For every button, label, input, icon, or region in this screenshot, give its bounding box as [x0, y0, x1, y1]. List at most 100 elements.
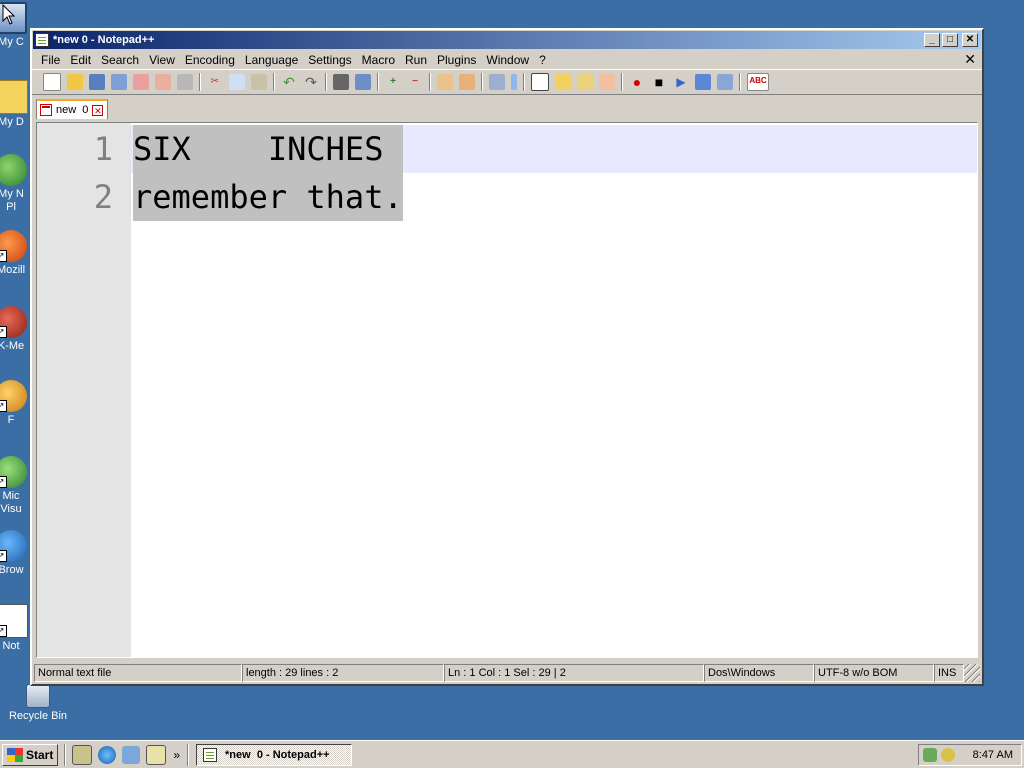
menu-settings[interactable]: Settings — [303, 53, 356, 67]
start-label: Start — [26, 747, 54, 762]
visual-app-icon: ↗ — [0, 456, 27, 488]
menu-search[interactable]: Search — [96, 53, 144, 67]
save-macro-icon[interactable] — [717, 74, 733, 90]
taskbar: Start » *new 0 - Notepad++ 8:47 AM — [0, 740, 1024, 768]
tab-new-0[interactable]: new 0 ✕ — [36, 99, 108, 119]
toolbar-separator — [621, 73, 623, 91]
mozilla-icon: ↗ — [0, 230, 27, 262]
line-text[interactable]: SIX INCHES — [133, 125, 403, 173]
open-file-icon[interactable] — [67, 74, 83, 90]
menu-edit[interactable]: Edit — [65, 53, 96, 67]
replace-icon[interactable] — [355, 74, 371, 90]
print-icon[interactable] — [177, 74, 193, 90]
copy-icon[interactable] — [229, 74, 245, 90]
title-bar[interactable]: *new 0 - Notepad++ _ □ ✕ — [33, 31, 981, 49]
zoom-in-icon[interactable]: + — [385, 74, 401, 90]
recycle-bin-icon — [26, 684, 50, 708]
notepad-icon: ↗ — [0, 604, 28, 638]
taskbar-button-notepad[interactable]: *new 0 - Notepad++ — [196, 743, 353, 766]
close-document-icon[interactable]: ✕ — [964, 51, 976, 67]
system-tray: 8:47 AM — [918, 743, 1022, 766]
quick-launch-app-icon[interactable] — [146, 744, 167, 765]
resize-grip-icon[interactable] — [964, 664, 980, 682]
show-all-chars-icon[interactable] — [511, 74, 517, 90]
user-language-icon[interactable] — [555, 74, 571, 90]
record-macro-icon[interactable]: ● — [629, 74, 645, 90]
run-macro-multiple-icon[interactable] — [695, 74, 711, 90]
status-insert-mode: INS — [934, 664, 964, 682]
zoom-out-icon[interactable]: − — [407, 74, 423, 90]
save-all-icon[interactable] — [111, 74, 127, 90]
indent-guide-icon[interactable] — [531, 73, 549, 91]
toolbar-separator — [481, 73, 483, 91]
internet-explorer-icon[interactable] — [98, 745, 117, 764]
spell-check-icon[interactable]: ABC — [747, 73, 769, 91]
mouse-cursor-icon — [2, 4, 16, 25]
minimize-button[interactable]: _ — [924, 33, 940, 47]
update-tray-icon[interactable] — [941, 747, 955, 762]
toolbar-separator — [429, 73, 431, 91]
outlook-express-icon[interactable] — [122, 745, 141, 764]
tab-close-icon[interactable]: ✕ — [92, 104, 104, 116]
app-icon: ↗ — [0, 380, 27, 412]
menu-view[interactable]: View — [144, 53, 180, 67]
cut-icon[interactable]: ✂ — [207, 74, 223, 90]
play-macro-icon[interactable]: ▶ — [673, 74, 689, 90]
menu-language[interactable]: Language — [240, 53, 303, 67]
status-eol: Dos\Windows — [704, 664, 814, 682]
status-length: length : 29 lines : 2 — [242, 664, 444, 682]
document-map-icon[interactable] — [577, 74, 593, 90]
menu-help[interactable]: ? — [534, 53, 551, 67]
toolbar-separator — [273, 73, 275, 91]
undo-icon[interactable]: ↶ — [281, 74, 297, 90]
quick-launch-more-icon[interactable]: » — [173, 748, 180, 762]
menu-macro[interactable]: Macro — [357, 53, 400, 67]
line-number: 1 — [93, 130, 113, 168]
toolbar-separator — [325, 73, 327, 91]
paste-icon[interactable] — [251, 74, 267, 90]
stop-record-icon[interactable]: ■ — [651, 74, 667, 90]
tab-label: new 0 — [56, 104, 89, 116]
status-encoding: UTF-8 w/o BOM — [814, 664, 934, 682]
notepad-app-icon[interactable] — [35, 33, 49, 47]
clock[interactable]: 8:47 AM — [973, 749, 1013, 761]
menu-run[interactable]: Run — [400, 53, 432, 67]
menu-plugins[interactable]: Plugins — [432, 53, 481, 67]
close-button[interactable]: ✕ — [962, 33, 978, 47]
windows-logo-icon — [7, 747, 23, 762]
menu-file[interactable]: File — [36, 53, 65, 67]
save-icon[interactable] — [89, 74, 105, 90]
toolbar-separator — [523, 73, 525, 91]
menu-bar: File Edit Search View Encoding Language … — [32, 50, 982, 69]
taskbar-separator — [64, 743, 67, 766]
menu-encoding[interactable]: Encoding — [180, 53, 240, 67]
toolbar-separator — [377, 73, 379, 91]
close-file-icon[interactable] — [133, 74, 149, 90]
word-wrap-icon[interactable] — [489, 74, 505, 90]
maximize-button[interactable]: □ — [942, 33, 958, 47]
line-number: 2 — [93, 178, 113, 216]
show-desktop-icon[interactable] — [72, 744, 93, 765]
sync-horizontal-icon[interactable] — [459, 74, 475, 90]
toolbar-separator — [739, 73, 741, 91]
status-position: Ln : 1 Col : 1 Sel : 29 | 2 — [444, 664, 704, 682]
notepad-window: *new 0 - Notepad++ _ □ ✕ File Edit Searc… — [30, 28, 984, 686]
network-tray-icon[interactable] — [923, 747, 937, 762]
desktop-icon-recycle-bin[interactable]: Recycle Bin — [1, 684, 75, 723]
taskbar-button-label: *new 0 - Notepad++ — [225, 748, 330, 761]
start-button[interactable]: Start — [2, 743, 59, 766]
redo-icon[interactable]: ↷ — [303, 74, 319, 90]
new-file-icon[interactable] — [43, 73, 61, 91]
my-documents-icon — [0, 80, 28, 114]
toolbar: ✂ ↶ ↷ + − ● ■ ▶ ABC — [32, 69, 982, 95]
network-places-icon — [0, 154, 27, 186]
line-text[interactable]: remember that. — [133, 173, 403, 221]
taskbar-separator — [187, 743, 190, 766]
status-bar: Normal text file length : 29 lines : 2 L… — [34, 664, 980, 682]
menu-window[interactable]: Window — [481, 53, 534, 67]
function-list-icon[interactable] — [599, 74, 615, 90]
find-icon[interactable] — [333, 74, 349, 90]
text-editor[interactable]: 1 SIX INCHES 2 remember that. — [36, 122, 978, 658]
sync-vertical-icon[interactable] — [437, 74, 453, 90]
close-all-icon[interactable] — [155, 74, 171, 90]
